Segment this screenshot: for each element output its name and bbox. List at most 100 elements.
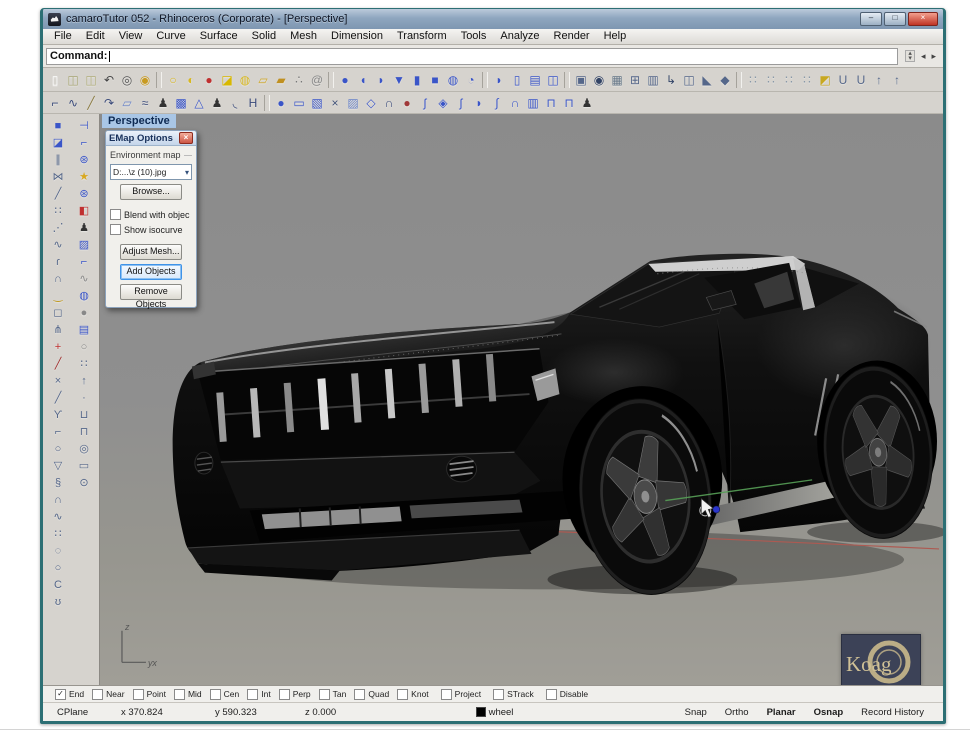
osnap-perp[interactable]: Perp bbox=[279, 689, 311, 700]
next-arrow-icon[interactable]: ▸ bbox=[931, 51, 936, 62]
arc-dim-icon[interactable]: ‿ bbox=[47, 287, 70, 304]
browse-button[interactable]: Browse... bbox=[120, 184, 181, 200]
save-incremental-icon[interactable]: ◫ bbox=[82, 71, 100, 89]
checkbox[interactable] bbox=[397, 689, 408, 700]
taper-icon[interactable]: ◣ bbox=[698, 71, 716, 89]
person-scale-icon[interactable]: ♟ bbox=[578, 94, 596, 112]
checkbox[interactable] bbox=[210, 689, 221, 700]
solid-cylinder-icon[interactable]: ▮ bbox=[408, 71, 426, 89]
solid-cap-icon[interactable]: ▤ bbox=[526, 71, 544, 89]
emap-button-adjust-mesh[interactable]: Adjust Mesh... bbox=[120, 244, 181, 260]
menu-surface[interactable]: Surface bbox=[193, 29, 245, 44]
osnap-quad[interactable]: Quad bbox=[354, 689, 389, 700]
contour-columns-icon[interactable]: ▥ bbox=[644, 71, 662, 89]
layer-stack-icon[interactable]: ▤ bbox=[73, 321, 96, 338]
corner-curve-icon[interactable]: ⌐ bbox=[46, 94, 64, 112]
cage-edit-icon[interactable]: ◆ bbox=[716, 71, 734, 89]
solid-shell-icon[interactable]: ◫ bbox=[544, 71, 562, 89]
sweep-rail-icon[interactable]: ∿ bbox=[47, 236, 70, 253]
patch-triangle-icon[interactable]: △ bbox=[190, 94, 208, 112]
checkbox[interactable]: ✓ bbox=[55, 689, 66, 700]
maximize-button[interactable]: □ bbox=[884, 12, 906, 26]
elbow-two-icon[interactable]: ⌐ bbox=[73, 253, 96, 270]
pipe-elbow-icon[interactable]: ⌐ bbox=[73, 134, 96, 151]
menu-edit[interactable]: Edit bbox=[79, 29, 112, 44]
dots-rect-icon[interactable]: ∷ bbox=[47, 525, 70, 542]
checkbox[interactable] bbox=[493, 689, 504, 700]
menu-solid[interactable]: Solid bbox=[245, 29, 283, 44]
hatch-fan-icon[interactable]: ▨ bbox=[344, 94, 362, 112]
wireframe-box-icon[interactable]: ◻ bbox=[47, 304, 70, 321]
menu-render[interactable]: Render bbox=[547, 29, 597, 44]
mirror-tool-icon[interactable]: ⋈ bbox=[47, 168, 70, 185]
emap-button-add-objects[interactable]: Add Objects bbox=[120, 264, 181, 280]
uv-editor-icon[interactable]: ◩ bbox=[816, 71, 834, 89]
solid-box-icon[interactable]: ■ bbox=[426, 71, 444, 89]
corner-step-icon[interactable]: ⌐ bbox=[47, 423, 70, 440]
mesh-object-icon[interactable]: ▦ bbox=[608, 71, 626, 89]
solid-cone-icon[interactable]: ▼ bbox=[390, 71, 408, 89]
osnap-point[interactable]: Point bbox=[133, 689, 166, 700]
osnap-int[interactable]: Int bbox=[247, 689, 270, 700]
u-direction-icon[interactable]: U bbox=[834, 71, 852, 89]
command-spinner[interactable]: ▴ ▾ bbox=[905, 50, 915, 62]
menu-dimension[interactable]: Dimension bbox=[324, 29, 390, 44]
zoom-window-icon[interactable]: ◎ bbox=[118, 71, 136, 89]
surface-fold-icon[interactable]: ▰ bbox=[272, 71, 290, 89]
free-curve-icon[interactable]: § bbox=[47, 474, 70, 491]
status-pane-ortho[interactable]: Ortho bbox=[716, 707, 758, 718]
pipe-tee-icon[interactable]: ⊣ bbox=[73, 117, 96, 134]
osnap-knot[interactable]: Knot bbox=[397, 689, 429, 700]
zoom-extents-icon[interactable]: ◉ bbox=[136, 71, 154, 89]
hatch-ramp-icon[interactable]: ▨ bbox=[73, 236, 96, 253]
sweep-1-rail-icon[interactable]: ʃ bbox=[416, 94, 434, 112]
extrude-along-icon[interactable]: ⊓ bbox=[560, 94, 578, 112]
checkbox[interactable] bbox=[92, 689, 103, 700]
minimize-button[interactable]: – bbox=[860, 12, 882, 26]
v-direction-icon[interactable]: U bbox=[852, 71, 870, 89]
arc-center-icon[interactable]: C bbox=[47, 576, 70, 593]
surface-flat-icon[interactable]: ▱ bbox=[254, 71, 272, 89]
menu-mesh[interactable]: Mesh bbox=[283, 29, 324, 44]
menu-transform[interactable]: Transform bbox=[390, 29, 454, 44]
red-pencil-icon[interactable]: ╱ bbox=[47, 355, 70, 372]
arc-1-2-icon[interactable]: ∩ bbox=[380, 94, 398, 112]
lamp-pair-icon[interactable]: ◍ bbox=[236, 71, 254, 89]
circle-tool-icon[interactable]: ○ bbox=[47, 559, 70, 576]
point-count-v-icon[interactable]: ↑ bbox=[888, 71, 906, 89]
blob-outline-icon[interactable]: ○ bbox=[73, 338, 96, 355]
vertical-plane-icon[interactable]: ◫ bbox=[680, 71, 698, 89]
divide-points-2-icon[interactable]: ∷ bbox=[762, 71, 780, 89]
arc-tool-icon[interactable]: ∩ bbox=[47, 270, 70, 287]
solid-sphere-icon[interactable]: ● bbox=[336, 71, 354, 89]
prev-arrow-icon[interactable]: ◂ bbox=[921, 51, 926, 62]
ellipse-tool-icon[interactable]: ○ bbox=[47, 440, 70, 457]
status-current-layer[interactable]: wheel bbox=[381, 707, 608, 718]
solid-pipe-icon[interactable]: ◔ bbox=[462, 71, 480, 89]
sphere-pair-icon[interactable]: ◍ bbox=[73, 287, 96, 304]
lamp-on-icon[interactable]: ○ bbox=[164, 71, 182, 89]
select-points-grid-icon[interactable]: ▩ bbox=[172, 94, 190, 112]
sphere-eye-icon[interactable]: ◉ bbox=[590, 71, 608, 89]
gears-icon[interactable]: ⊛ bbox=[73, 151, 96, 168]
extract-surface-icon[interactable]: ▣ bbox=[572, 71, 590, 89]
menu-help[interactable]: Help bbox=[597, 29, 634, 44]
solid-torus-icon[interactable]: ◍ bbox=[444, 71, 462, 89]
curve-handles-icon[interactable]: H bbox=[244, 94, 262, 112]
surface-pen-icon[interactable]: ▱ bbox=[118, 94, 136, 112]
degree2-curve-icon[interactable]: ∿ bbox=[47, 508, 70, 525]
emap-checkbox-show-isocurve[interactable]: Show isocurve bbox=[110, 224, 192, 235]
rectangle-tool-icon[interactable]: ▭ bbox=[73, 457, 96, 474]
fork-curve-icon[interactable]: ϒ bbox=[47, 406, 70, 423]
explode-icon[interactable]: ★ bbox=[73, 168, 96, 185]
single-point-icon[interactable]: · bbox=[73, 389, 96, 406]
match-surface-icon[interactable]: ● bbox=[398, 94, 416, 112]
checkbox[interactable] bbox=[546, 689, 557, 700]
menu-tools[interactable]: Tools bbox=[454, 29, 494, 44]
status-cplane[interactable]: CPlane bbox=[43, 707, 115, 718]
save-icon[interactable]: ◫ bbox=[64, 71, 82, 89]
sphere-srf-icon[interactable]: ● bbox=[272, 94, 290, 112]
perspective-viewport[interactable]: Perspective bbox=[99, 114, 943, 685]
osnap-project[interactable]: Project bbox=[441, 689, 481, 700]
point-cloud-icon[interactable]: ∴ bbox=[290, 71, 308, 89]
